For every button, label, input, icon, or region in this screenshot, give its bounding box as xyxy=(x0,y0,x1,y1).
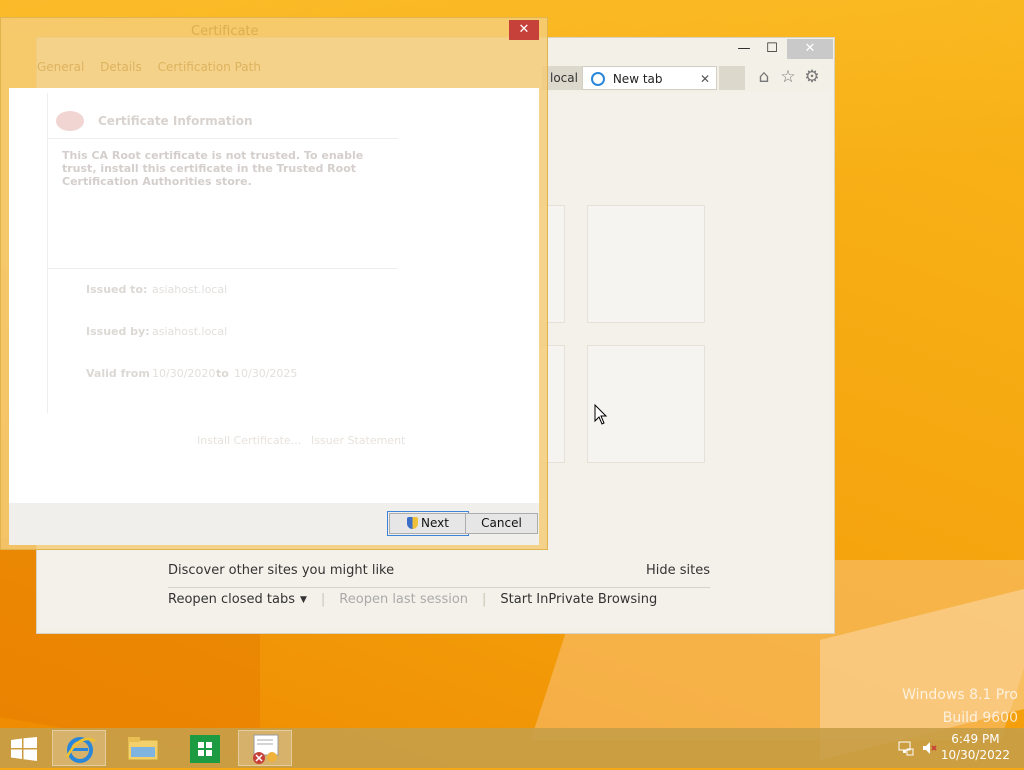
close-tab-icon[interactable]: ✕ xyxy=(700,67,710,91)
site-tile[interactable] xyxy=(587,205,705,323)
taskbar-file-explorer-button[interactable] xyxy=(116,730,170,766)
general-panel: Certificate Information This CA Root cer… xyxy=(9,88,539,503)
watermark-edition: Windows 8.1 Pro xyxy=(902,687,1018,703)
certificate-icon xyxy=(253,734,279,764)
dialog-footer: Next Cancel xyxy=(9,503,539,545)
volume-muted-icon[interactable] xyxy=(922,740,938,756)
tab-new-tab[interactable]: New tab ✕ xyxy=(582,66,717,90)
cancel-button[interactable]: Cancel xyxy=(465,513,538,534)
divider xyxy=(168,587,710,588)
valid-from-value: 10/30/2020 xyxy=(152,367,216,380)
discover-sites-text: Discover other sites you might like xyxy=(168,563,395,578)
clock-time: 6:49 PM xyxy=(951,732,1000,746)
issued-to-value: asiahost.local xyxy=(152,283,228,296)
tab-local[interactable]: local xyxy=(542,66,582,90)
taskbar-ie-button[interactable] xyxy=(52,730,106,766)
issued-by-value: asiahost.local xyxy=(152,325,228,338)
valid-to-value: 10/30/2025 xyxy=(234,367,298,380)
taskbar-store-button[interactable] xyxy=(178,730,232,766)
internet-explorer-icon xyxy=(65,737,96,763)
next-button-label: Next xyxy=(421,516,449,530)
reopen-last-session-link: Reopen last session xyxy=(339,592,469,607)
watermark-build: Build 9600 xyxy=(942,710,1018,726)
reopen-closed-tabs-link[interactable]: Reopen closed tabs ▼ xyxy=(168,592,307,607)
certificate-error-icon xyxy=(56,111,84,131)
issued-to-label: Issued to: xyxy=(86,283,148,296)
taskbar: 6:49 PM 10/30/2022 xyxy=(0,728,1024,768)
separator: | xyxy=(482,592,487,607)
folder-icon xyxy=(127,737,159,761)
windows-watermark: Windows 8.1 Pro Build 9600 xyxy=(902,684,1018,730)
certificate-dialog: Certificate ✕ General Details Certificat… xyxy=(0,17,548,550)
network-icon[interactable] xyxy=(898,740,914,756)
clock[interactable]: 6:49 PM 10/30/2022 xyxy=(941,731,1010,763)
bottom-links: Reopen closed tabs ▼ | Reopen last session |… xyxy=(168,592,657,607)
tab-label: New tab xyxy=(612,72,663,86)
dropdown-caret-icon: ▼ xyxy=(299,595,307,605)
close-button[interactable]: ✕ xyxy=(787,39,833,59)
next-button[interactable]: Next xyxy=(387,511,469,536)
dialog-tabs: General Details Certification Path xyxy=(37,60,273,74)
tools-gear-icon[interactable]: ⚙ xyxy=(801,66,823,88)
divider xyxy=(48,138,398,139)
ie-logo-icon xyxy=(591,72,605,86)
separator: | xyxy=(320,592,326,607)
windows-logo-icon xyxy=(11,737,37,761)
uac-shield-icon xyxy=(407,517,419,529)
dialog-title: Certificate xyxy=(191,24,259,39)
valid-to-label: to xyxy=(216,367,229,380)
clock-date: 10/30/2022 xyxy=(940,748,1010,762)
reopen-closed-tabs-label: Reopen closed tabs xyxy=(168,592,295,607)
install-certificate-button[interactable]: Install Certificate... xyxy=(197,434,301,447)
certificate-info-title: Certificate Information xyxy=(98,114,253,128)
store-icon xyxy=(190,735,220,763)
issued-by-label: Issued by: xyxy=(86,325,150,338)
certificate-info-box: Certificate Information This CA Root cer… xyxy=(47,93,398,413)
divider xyxy=(48,268,398,269)
tab-general[interactable]: General xyxy=(37,60,84,74)
start-inprivate-link[interactable]: Start InPrivate Browsing xyxy=(500,592,657,607)
favorites-star-icon[interactable]: ☆ xyxy=(777,66,799,88)
start-button[interactable] xyxy=(10,737,38,761)
taskbar-certificate-button[interactable] xyxy=(238,730,292,766)
issuer-statement-button[interactable]: Issuer Statement xyxy=(311,434,405,447)
valid-from-label: Valid from xyxy=(86,367,150,380)
trust-warning-text: This CA Root certificate is not trusted.… xyxy=(62,149,364,188)
dialog-close-button[interactable]: ✕ xyxy=(509,20,539,40)
tab-label: local xyxy=(550,71,578,85)
hide-sites-link[interactable]: Hide sites xyxy=(646,563,710,578)
maximize-button[interactable]: ☐ xyxy=(757,39,787,59)
tab-certification-path[interactable]: Certification Path xyxy=(158,60,261,74)
new-tab-button[interactable] xyxy=(719,66,745,90)
tab-details[interactable]: Details xyxy=(100,60,142,74)
minimize-button[interactable]: — xyxy=(729,39,759,59)
home-icon[interactable]: ⌂ xyxy=(753,66,775,88)
